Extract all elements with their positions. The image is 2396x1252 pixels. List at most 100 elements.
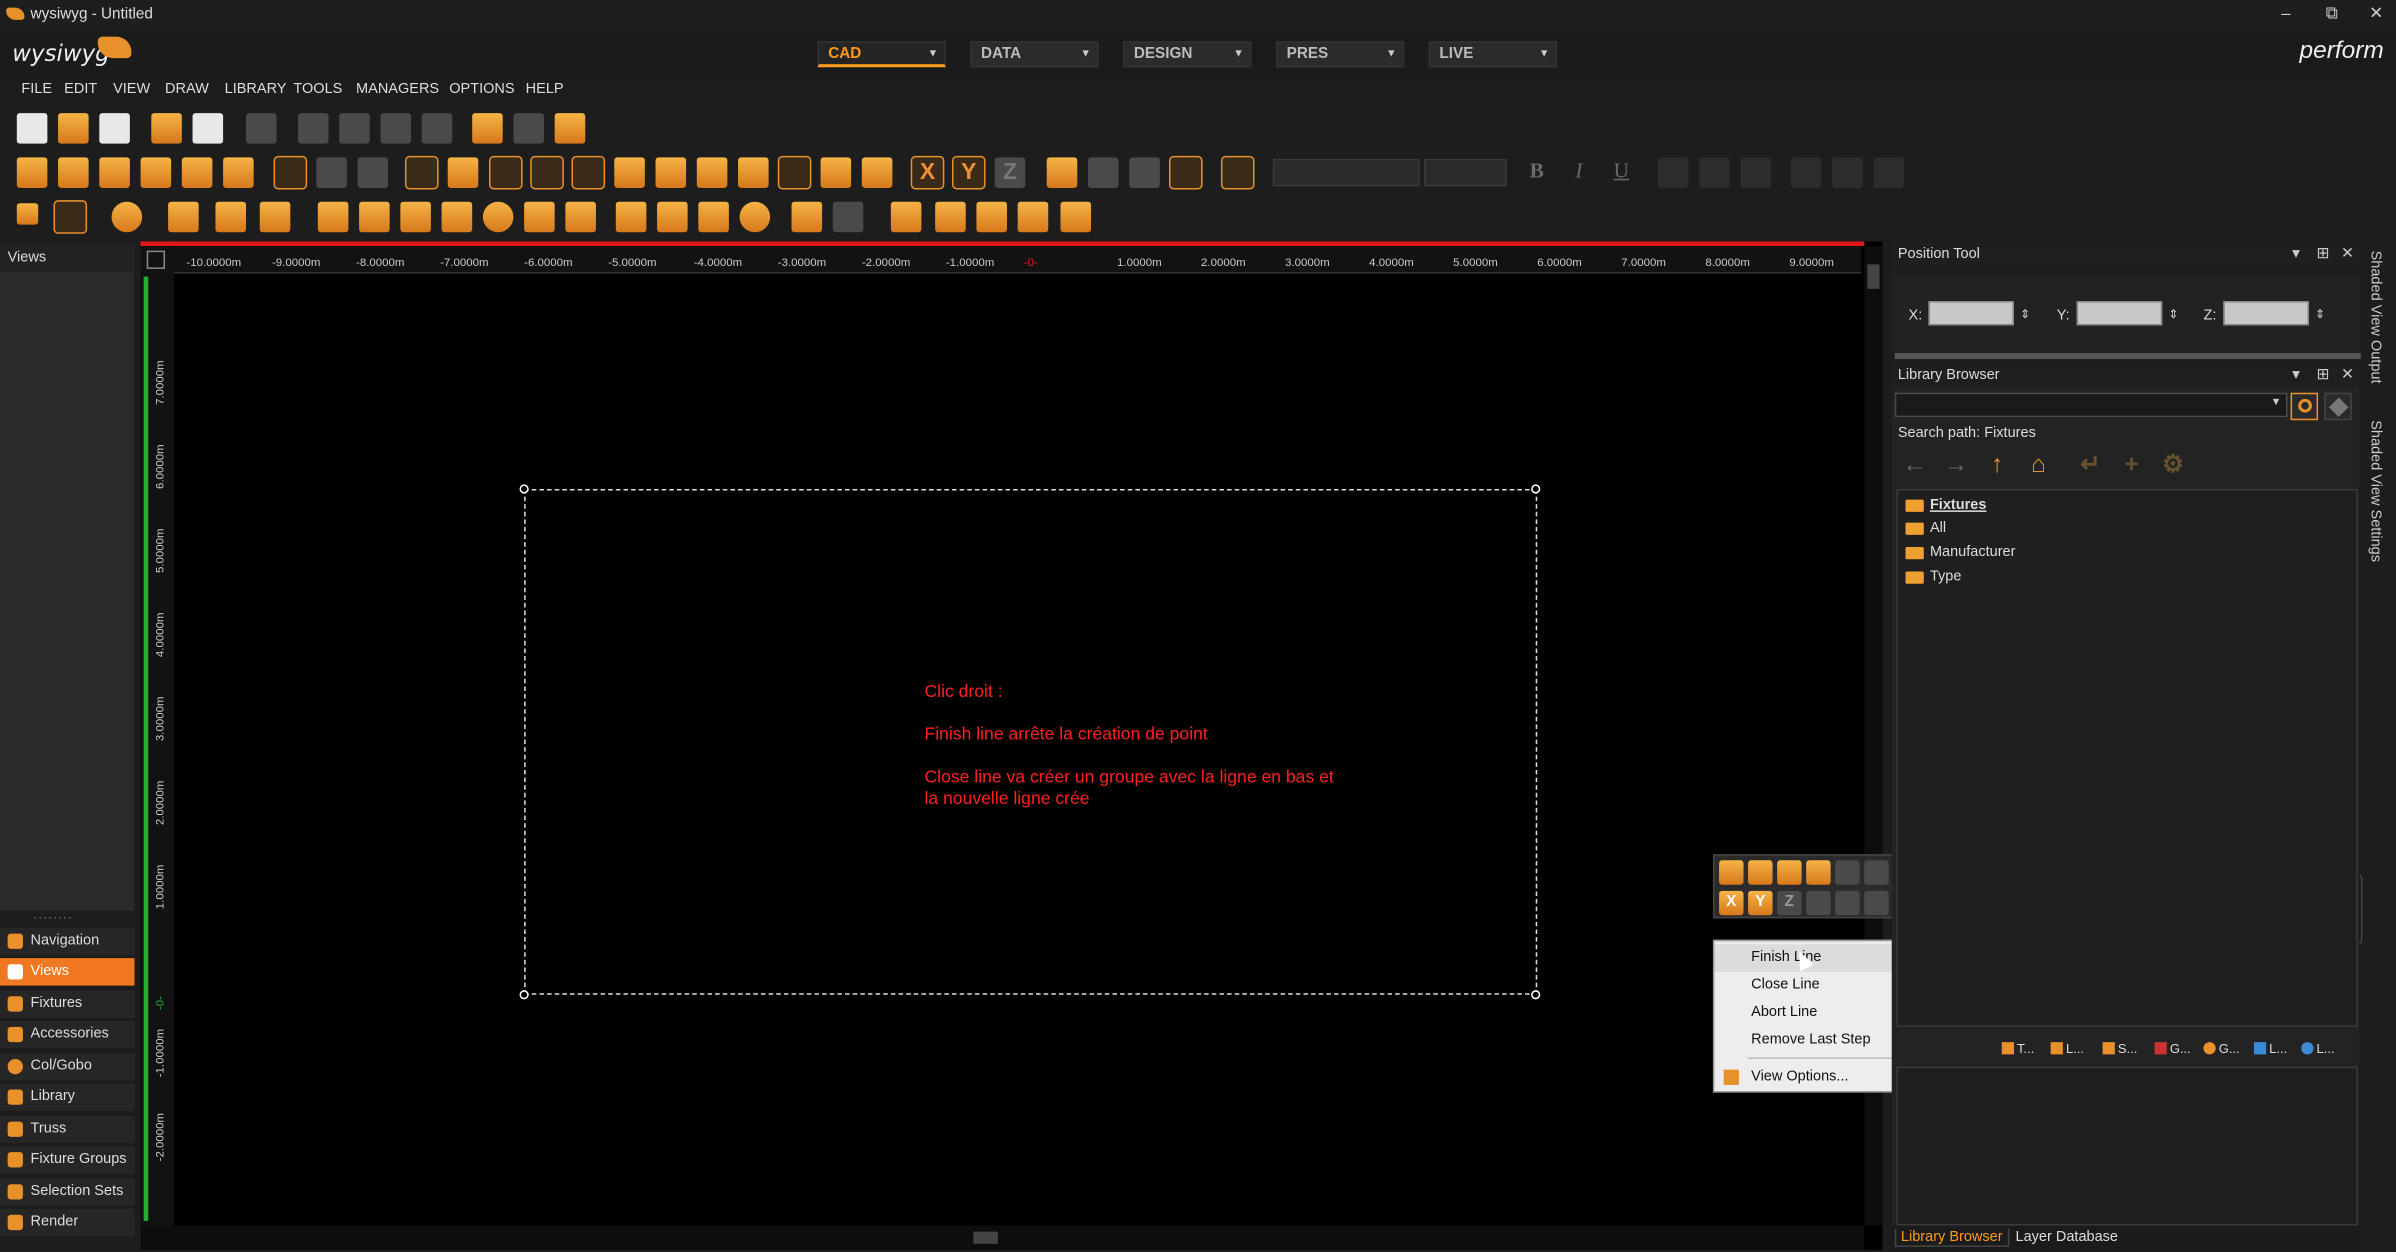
wireframe-icon[interactable] <box>316 157 347 188</box>
point-tool-icon[interactable] <box>16 203 39 225</box>
view-cube-icon[interactable] <box>16 157 48 188</box>
x-position-input[interactable] <box>1928 301 2014 326</box>
truss-tool-icon[interactable] <box>698 201 729 233</box>
font-family-select[interactable] <box>1272 158 1420 187</box>
library-item-list[interactable] <box>1896 1066 2358 1226</box>
nav-col-gobo[interactable]: Col/Gobo <box>0 1051 135 1081</box>
panel-close-icon[interactable]: ✕ <box>2341 246 2354 263</box>
grid-dots-icon[interactable] <box>1129 157 1160 188</box>
filter-tab[interactable]: L... <box>2253 1041 2287 1056</box>
snap-intersect-icon[interactable] <box>1835 860 1860 885</box>
focus-tool-icon[interactable] <box>739 201 771 233</box>
filter-tab[interactable]: S... <box>2102 1041 2137 1056</box>
axis-x-lock[interactable]: X <box>1719 890 1744 916</box>
accessory-tool-icon[interactable] <box>832 201 864 233</box>
lock-icon[interactable] <box>1087 157 1119 188</box>
snap-line-icon[interactable] <box>530 155 564 190</box>
up-arrow-icon[interactable]: ↑ <box>1982 451 2013 482</box>
snap-line-icon[interactable] <box>1806 860 1831 885</box>
cut-icon[interactable] <box>297 113 329 144</box>
snap-end-icon[interactable] <box>571 155 606 190</box>
tree-item-manufacturer[interactable]: Manufacturer <box>1905 544 2015 561</box>
nav-fixture-groups[interactable]: Fixture Groups <box>0 1144 135 1174</box>
label-tool-icon[interactable] <box>890 201 922 233</box>
save-icon[interactable] <box>99 113 130 144</box>
corner-handle[interactable] <box>519 990 529 1000</box>
fixture-tool-icon[interactable] <box>791 201 823 233</box>
search-button[interactable] <box>2290 392 2319 421</box>
view-iso-icon[interactable] <box>181 157 213 188</box>
menu-managers[interactable]: MANAGERS <box>356 81 439 98</box>
text-tool-icon[interactable] <box>215 201 247 233</box>
nav-navigation[interactable]: Navigation <box>0 926 135 956</box>
axis-x-lock[interactable]: X <box>910 155 945 190</box>
text-baseline-icon[interactable] <box>1873 157 1904 188</box>
menu-edit[interactable]: EDIT <box>64 81 97 98</box>
z-spinner-icon[interactable]: ⇕ <box>2315 307 2325 321</box>
panel-grip[interactable]: ........ <box>34 908 73 922</box>
rectangle-tool-icon[interactable] <box>168 201 199 233</box>
y-position-input[interactable] <box>2076 301 2163 326</box>
menu-file[interactable]: FILE <box>21 81 52 98</box>
font-size-select[interactable] <box>1424 158 1507 187</box>
zoom-extents-icon[interactable] <box>1835 890 1860 916</box>
zoom-in-icon[interactable] <box>1864 890 1889 916</box>
minimize-button[interactable]: – <box>2274 3 2298 24</box>
nav-render[interactable]: Render <box>0 1207 135 1237</box>
mode-tab-cad[interactable]: CAD ▼ <box>817 41 946 68</box>
settings-icon[interactable]: ⚙ <box>2158 451 2189 482</box>
filter-tab[interactable]: G... <box>2203 1041 2240 1056</box>
snap-center-icon[interactable] <box>1864 860 1889 885</box>
circle-tool-icon[interactable] <box>111 201 143 233</box>
view-front-icon[interactable] <box>58 157 89 188</box>
snap-perpendicular-icon[interactable] <box>820 157 852 188</box>
snap-tangent-icon[interactable] <box>696 157 728 188</box>
nav-library[interactable]: Library <box>0 1081 135 1111</box>
refresh-icon[interactable] <box>554 113 586 144</box>
screen-tool-icon[interactable] <box>976 201 1007 233</box>
cylinder-tool-icon[interactable] <box>400 201 431 233</box>
measure-icon[interactable] <box>738 157 769 188</box>
axis-y-lock[interactable]: Y <box>951 155 986 190</box>
side-tab-shaded-view-settings[interactable]: Shaded View Settings <box>2367 420 2384 562</box>
select-box-icon[interactable] <box>273 155 308 190</box>
print-preview-icon[interactable] <box>151 113 182 144</box>
forward-arrow-icon[interactable]: → <box>1941 451 1972 482</box>
underline-button[interactable]: U <box>1614 160 1629 184</box>
menu-draw[interactable]: DRAW <box>165 81 209 98</box>
back-arrow-icon[interactable]: ← <box>1899 451 1930 482</box>
corner-handle[interactable] <box>1531 990 1541 1000</box>
nav-truss[interactable]: Truss <box>0 1113 135 1143</box>
text-align-right-icon[interactable] <box>1740 157 1772 188</box>
filter-tab[interactable]: G... <box>2154 1041 2191 1056</box>
snap-grid-icon[interactable] <box>404 155 439 190</box>
cone-tool-icon[interactable] <box>441 201 473 233</box>
horizontal-scrollbar[interactable] <box>140 1225 1865 1250</box>
nav-accessories[interactable]: Accessories <box>0 1019 135 1049</box>
import-icon[interactable]: ↵ <box>2075 451 2106 482</box>
open-folder-icon[interactable] <box>58 113 89 144</box>
undo-icon[interactable] <box>472 113 503 144</box>
panel-close-icon[interactable]: ✕ <box>2341 367 2354 384</box>
sphere-tool-icon[interactable] <box>482 201 514 233</box>
shaded-icon[interactable] <box>357 157 389 188</box>
corner-handle[interactable] <box>519 484 529 494</box>
snap-grid-icon[interactable] <box>1719 860 1744 885</box>
box-tool-icon[interactable] <box>359 201 390 233</box>
italic-button[interactable]: I <box>1575 160 1582 184</box>
axis-z-lock[interactable]: Z <box>994 157 1026 188</box>
elevation-icon[interactable] <box>1806 890 1831 916</box>
text-top-icon[interactable] <box>1790 157 1822 188</box>
filter-tab[interactable]: L... <box>2050 1041 2084 1056</box>
properties-icon[interactable] <box>246 113 277 144</box>
snap-corner-icon[interactable] <box>447 157 479 188</box>
corner-handle[interactable] <box>1531 484 1541 494</box>
snap-center-icon[interactable] <box>655 157 687 188</box>
text-strike-icon[interactable] <box>1832 157 1863 188</box>
close-button[interactable]: ✕ <box>2364 3 2388 24</box>
pipe-tool-icon[interactable] <box>615 201 647 233</box>
projector-icon[interactable] <box>935 201 966 233</box>
line-tool-icon[interactable] <box>53 200 88 234</box>
home-icon[interactable]: ⌂ <box>2023 451 2054 482</box>
add-icon[interactable]: + <box>2116 451 2147 482</box>
